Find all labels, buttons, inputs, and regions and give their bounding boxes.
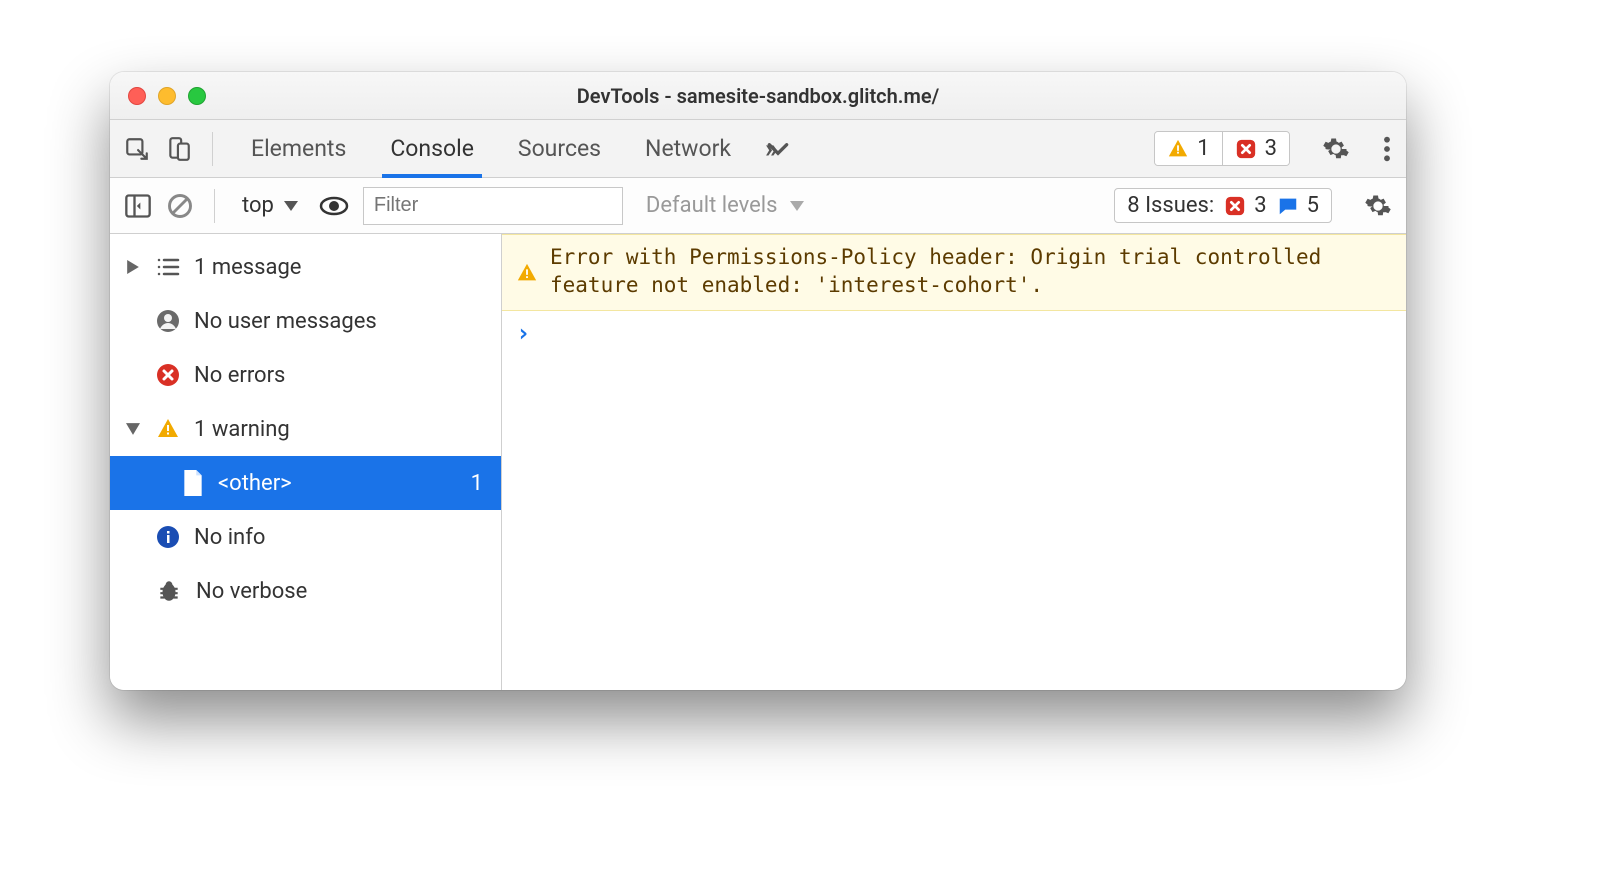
console-toolbar: top Default levels 8 Issues: 3 (110, 178, 1406, 234)
devtools-window: DevTools - samesite-sandbox.glitch.me/ E… (110, 72, 1406, 690)
sidebar-item-count: 1 (471, 471, 483, 496)
errors-count: 3 (1265, 136, 1277, 161)
sidebar-item-label: No info (194, 525, 265, 550)
info-icon (156, 525, 180, 549)
sidebar-item-warnings[interactable]: 1 warning (110, 402, 501, 456)
file-icon (182, 470, 204, 496)
sidebar-item-errors[interactable]: No errors (110, 348, 501, 402)
message-icon (1277, 195, 1299, 217)
tab-elements-label: Elements (251, 135, 346, 162)
sidebar-item-other[interactable]: <other> 1 (110, 456, 501, 510)
window-title: DevTools - samesite-sandbox.glitch.me/ (110, 84, 1406, 108)
separator (212, 132, 213, 166)
issues-error-count: 3 (1254, 193, 1266, 218)
clear-console-icon[interactable] (166, 192, 194, 220)
error-icon (156, 363, 180, 387)
console-output: Error with Permissions-Policy header: Or… (502, 234, 1406, 690)
log-levels-dropdown[interactable]: Default levels (637, 188, 813, 223)
toggle-sidebar-icon[interactable] (124, 193, 152, 219)
error-icon (1235, 138, 1257, 160)
console-settings-icon[interactable] (1364, 192, 1392, 220)
main-tabbar: Elements Console Sources Network » 1 (110, 120, 1406, 178)
inspect-element-icon[interactable] (124, 136, 150, 162)
close-window-button[interactable] (128, 87, 146, 105)
warning-icon (156, 417, 180, 441)
warnings-count: 1 (1197, 136, 1209, 161)
sidebar-item-label: 1 message (194, 255, 301, 280)
warnings-badge[interactable]: 1 (1155, 132, 1221, 165)
console-prompt[interactable]: › (502, 311, 1406, 355)
console-sidebar: 1 message No user messages No errors (110, 234, 502, 690)
zoom-window-button[interactable] (188, 87, 206, 105)
separator (214, 189, 215, 223)
issues-info-count: 5 (1307, 193, 1319, 218)
minimize-window-button[interactable] (158, 87, 176, 105)
list-icon (156, 257, 180, 277)
sidebar-item-label: 1 warning (194, 417, 290, 442)
sidebar-item-label: No user messages (194, 309, 377, 334)
titlebar: DevTools - samesite-sandbox.glitch.me/ (110, 72, 1406, 120)
context-selector[interactable]: top (235, 190, 305, 221)
live-expression-icon[interactable] (319, 195, 349, 217)
sidebar-item-user-messages[interactable]: No user messages (110, 294, 501, 348)
context-label: top (242, 193, 274, 218)
caret-down-icon (124, 423, 142, 435)
warning-icon (516, 246, 538, 300)
tab-network[interactable]: Network (637, 120, 739, 177)
main-area: 1 message No user messages No errors (110, 234, 1406, 690)
traffic-lights (128, 87, 206, 105)
sidebar-item-label: <other> (218, 471, 292, 496)
more-options-icon[interactable] (1382, 135, 1392, 163)
user-icon (156, 309, 180, 333)
console-message-text: Error with Permissions-Policy header: Or… (550, 243, 1392, 300)
settings-icon[interactable] (1322, 135, 1350, 163)
filter-input[interactable] (363, 187, 623, 225)
tab-console-label: Console (390, 135, 474, 162)
sidebar-item-info[interactable]: No info (110, 510, 501, 564)
console-message-warning[interactable]: Error with Permissions-Policy header: Or… (502, 234, 1406, 311)
issues-label: 8 Issues: (1127, 193, 1214, 218)
tab-elements[interactable]: Elements (243, 120, 354, 177)
caret-right-icon (124, 260, 142, 274)
tab-sources-label: Sources (518, 135, 601, 162)
log-levels-label: Default levels (646, 193, 778, 218)
chevron-down-icon (284, 201, 298, 211)
sidebar-item-verbose[interactable]: No verbose (110, 564, 501, 618)
more-tabs-icon[interactable]: » (765, 134, 778, 164)
device-toolbar-icon[interactable] (166, 136, 192, 162)
bug-icon (156, 578, 182, 604)
tab-network-label: Network (645, 135, 731, 162)
sidebar-item-label: No errors (194, 363, 285, 388)
issues-button[interactable]: 8 Issues: 3 5 (1114, 188, 1332, 223)
tab-sources[interactable]: Sources (510, 120, 609, 177)
errors-badge[interactable]: 3 (1222, 132, 1289, 165)
prompt-chevron-icon: › (516, 319, 530, 347)
sidebar-item-label: No verbose (196, 579, 307, 604)
warning-icon (1167, 138, 1189, 160)
chevron-down-icon (790, 201, 804, 211)
error-icon (1224, 195, 1246, 217)
tab-console[interactable]: Console (382, 120, 482, 177)
status-badges[interactable]: 1 3 (1154, 131, 1290, 166)
sidebar-item-messages[interactable]: 1 message (110, 240, 501, 294)
